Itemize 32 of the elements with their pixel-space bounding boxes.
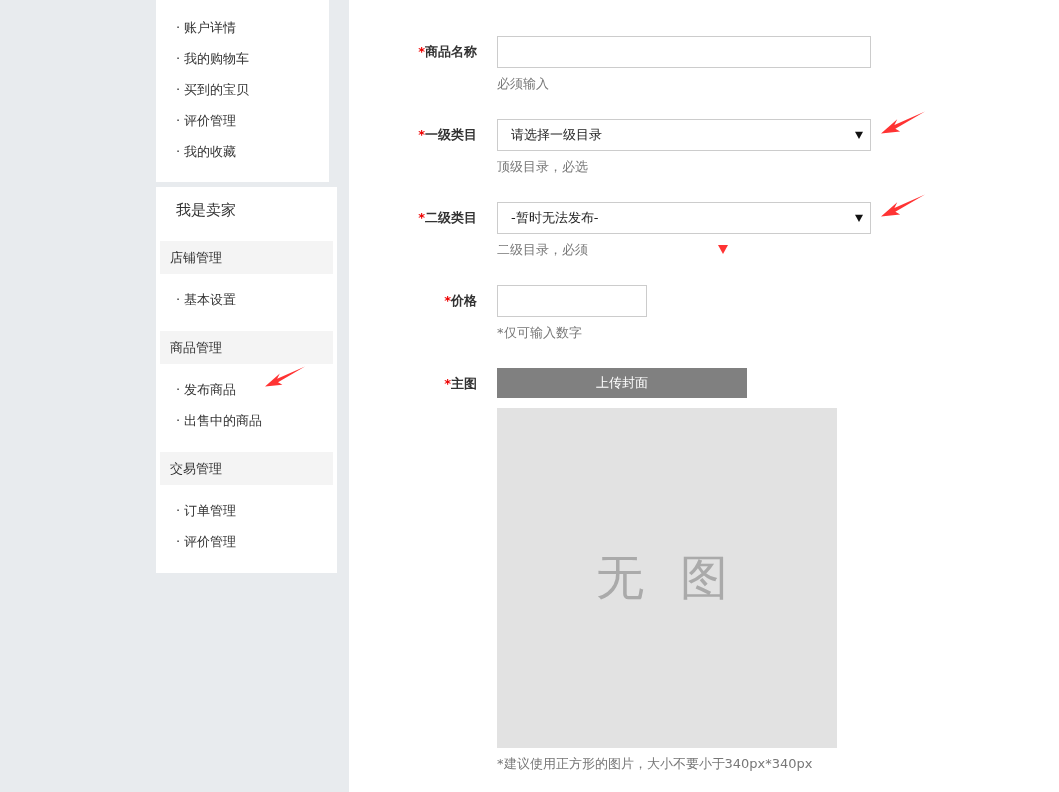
dropdown[interactable]: 请选择一级目录 (497, 119, 871, 151)
sidebar-link[interactable]: · 账户详情 (176, 20, 237, 35)
hint-text: 二级目录，必须 (497, 242, 588, 257)
hint-text: 必须输入 (497, 76, 549, 91)
field-label: *二级类目 (417, 209, 478, 227)
sidebar-link[interactable]: · 订单管理 (176, 503, 237, 518)
group-heading: 商品管理 (160, 331, 333, 364)
sidebar-link[interactable]: · 出售中的商品 (176, 413, 263, 428)
field-label: *一级类目 (417, 126, 478, 144)
sidebar-link[interactable]: · 发布商品 (176, 382, 237, 397)
hint-text: 顶级目录，必选 (497, 159, 588, 174)
hint-text: *建议使用正方形的图片，大小不要小于340px*340px (497, 756, 813, 771)
input-field[interactable] (497, 36, 871, 68)
sidebar-link[interactable]: · 评价管理 (176, 534, 237, 549)
group-heading: 交易管理 (160, 452, 333, 485)
section-title: 我是卖家 (175, 200, 237, 221)
sidebar-link[interactable]: · 我的购物车 (176, 51, 250, 66)
dropdown[interactable]: -暂时无法发布- (497, 202, 871, 234)
input-field[interactable] (497, 285, 647, 317)
caret-icon (855, 214, 863, 222)
hint-text: *仅可输入数字 (497, 325, 582, 340)
field-label: *价格 (443, 292, 478, 310)
sidebar-link[interactable]: · 基本设置 (176, 292, 237, 307)
upload-button[interactable]: 上传封面 (497, 368, 747, 398)
group-heading: 店铺管理 (160, 241, 333, 274)
field-label: *主图 (443, 375, 478, 393)
caret-icon (855, 131, 863, 139)
placeholder-text: 无 图 (596, 548, 738, 607)
sidebar-link[interactable]: · 买到的宝贝 (176, 82, 250, 97)
field-label: *商品名称 (417, 43, 478, 61)
sidebar-link[interactable]: · 评价管理 (176, 113, 237, 128)
sidebar-link[interactable]: · 我的收藏 (176, 144, 237, 159)
